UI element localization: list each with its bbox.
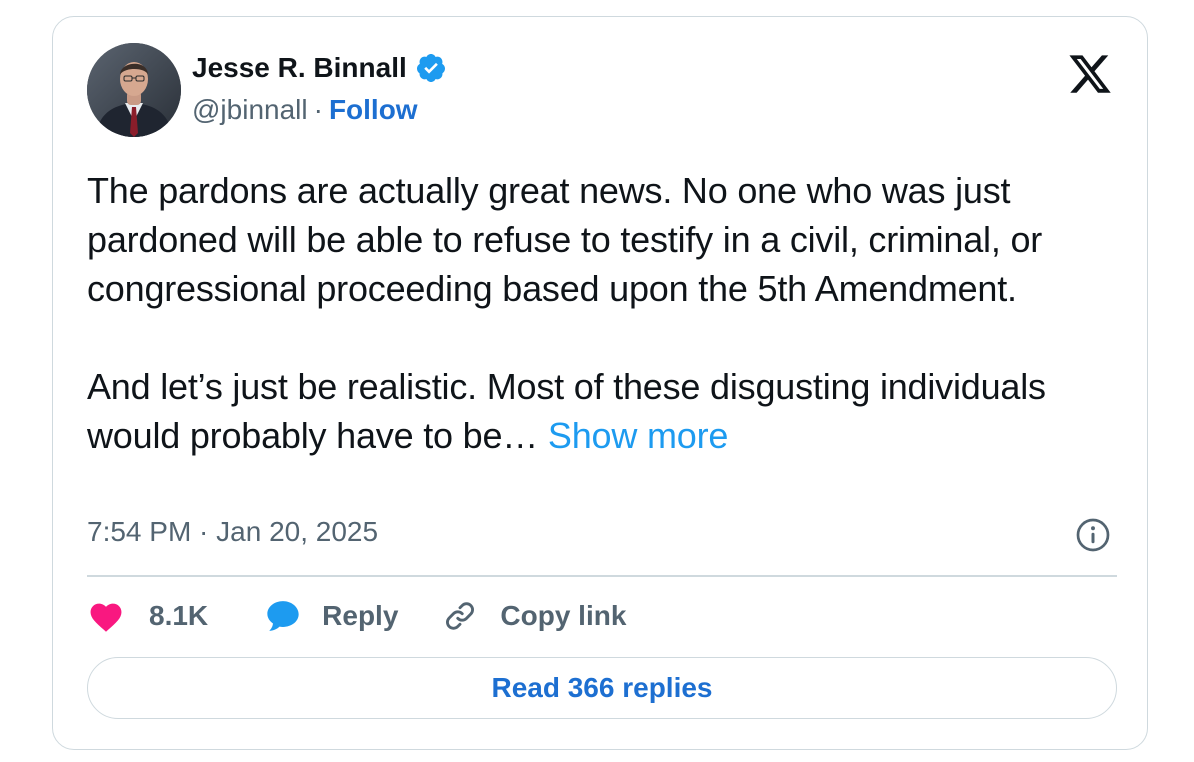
tweet-timestamp[interactable]: 7:54 PM · Jan 20, 2025 [87,515,378,549]
x-logo-icon[interactable] [1067,53,1113,97]
heart-icon [90,603,122,632]
copy-link-button[interactable]: Copy link [442,598,626,634]
avatar-photo [87,43,181,137]
follow-button[interactable]: Follow [329,93,418,127]
tweet-text: The pardons are actually great news. No … [87,166,1117,460]
avatar[interactable] [87,43,181,137]
reply-button[interactable]: Reply [264,598,398,634]
author-handle[interactable]: @jbinnall [192,93,308,127]
verified-badge-icon [415,52,447,84]
tweet-actions: 8.1K Reply Copy link [87,595,626,637]
like-count: 8.1K [149,600,209,631]
divider [87,575,1117,577]
link-icon [446,602,475,630]
author-name-row: Jesse R. Binnall [192,51,447,85]
tweet-paragraph: And let’s just be realistic. Most of the… [87,362,1117,460]
like-button[interactable]: 8.1K [87,599,208,633]
tweet-paragraph: The pardons are actually great news. No … [87,170,1043,309]
reply-label: Reply [322,600,399,631]
copy-link-label: Copy link [500,600,627,631]
handle-separator: · [313,94,323,125]
read-replies-button[interactable]: Read 366 replies [87,657,1117,719]
read-replies-label: Read 366 replies [491,672,713,703]
author-display-name[interactable]: Jesse R. Binnall [192,51,407,85]
info-icon[interactable] [1075,517,1111,553]
author-handle-row: @jbinnall · Follow [192,93,418,127]
speech-bubble-icon [267,601,299,631]
show-more-link[interactable]: Show more [548,415,728,456]
tweet-embed-card: Jesse R. Binnall @jbinnall · Follow The … [52,16,1148,750]
